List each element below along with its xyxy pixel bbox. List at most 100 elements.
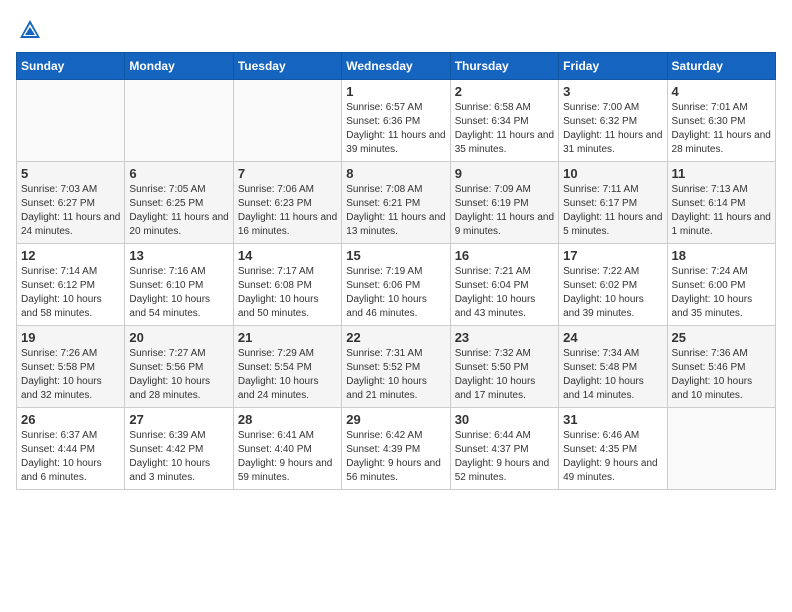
calendar-cell: 19 Sunrise: 7:26 AM Sunset: 5:58 PM Dayli… bbox=[17, 326, 125, 408]
day-number: 4 bbox=[672, 84, 771, 99]
day-info: Sunrise: 7:31 AM Sunset: 5:52 PM Dayligh… bbox=[346, 347, 445, 403]
day-info: Sunrise: 7:05 AM Sunset: 6:25 PM Dayligh… bbox=[129, 183, 228, 239]
day-number: 14 bbox=[238, 248, 337, 263]
calendar-cell: 18 Sunrise: 7:24 AM Sunset: 6:00 PM Dayli… bbox=[667, 244, 775, 326]
day-number: 26 bbox=[21, 412, 120, 427]
day-info: Sunrise: 7:11 AM Sunset: 6:17 PM Dayligh… bbox=[563, 183, 662, 239]
calendar-cell: 24Sunrise: 7:34 AM Sunset: 5:48 PM Dayli… bbox=[559, 326, 667, 408]
day-number: 15 bbox=[346, 248, 445, 263]
day-info: Sunrise: 6:39 AM Sunset: 4:42 PM Dayligh… bbox=[129, 429, 228, 485]
day-info: Sunrise: 7:36 AM Sunset: 5:46 PM Dayligh… bbox=[672, 347, 771, 403]
logo-icon bbox=[16, 16, 44, 44]
dow-header-tuesday: Tuesday bbox=[233, 53, 341, 80]
day-number: 6 bbox=[129, 166, 228, 181]
day-info: Sunrise: 6:37 AM Sunset: 4:44 PM Dayligh… bbox=[21, 429, 120, 485]
day-number: 28 bbox=[238, 412, 337, 427]
calendar-cell: 9Sunrise: 7:09 AM Sunset: 6:19 PM Daylig… bbox=[450, 162, 558, 244]
calendar-cell: 25 Sunrise: 7:36 AM Sunset: 5:46 PM Dayli… bbox=[667, 326, 775, 408]
calendar-cell: 27 Sunrise: 6:39 AM Sunset: 4:42 PM Dayli… bbox=[125, 408, 233, 490]
day-number: 5 bbox=[21, 166, 120, 181]
day-info: Sunrise: 7:19 AM Sunset: 6:06 PM Dayligh… bbox=[346, 265, 445, 321]
calendar-cell: 30 Sunrise: 6:44 AM Sunset: 4:37 PM Dayli… bbox=[450, 408, 558, 490]
day-number: 1 bbox=[346, 84, 445, 99]
week-row-2: 12 Sunrise: 7:14 AM Sunset: 6:12 PM Dayli… bbox=[17, 244, 776, 326]
calendar-cell: 1 Sunrise: 6:57 AM Sunset: 6:36 PM Daylig… bbox=[342, 80, 450, 162]
day-number: 22 bbox=[346, 330, 445, 345]
dow-header-friday: Friday bbox=[559, 53, 667, 80]
day-number: 24 bbox=[563, 330, 662, 345]
day-number: 3 bbox=[563, 84, 662, 99]
dow-header-monday: Monday bbox=[125, 53, 233, 80]
calendar-cell: 17 Sunrise: 7:22 AM Sunset: 6:02 PM Dayli… bbox=[559, 244, 667, 326]
day-info: Sunrise: 7:26 AM Sunset: 5:58 PM Dayligh… bbox=[21, 347, 120, 403]
week-row-1: 5 Sunrise: 7:03 AM Sunset: 6:27 PM Daylig… bbox=[17, 162, 776, 244]
day-number: 12 bbox=[21, 248, 120, 263]
day-number: 8 bbox=[346, 166, 445, 181]
calendar-cell: 6 Sunrise: 7:05 AM Sunset: 6:25 PM Daylig… bbox=[125, 162, 233, 244]
dow-header-sunday: Sunday bbox=[17, 53, 125, 80]
day-number: 13 bbox=[129, 248, 228, 263]
day-number: 27 bbox=[129, 412, 228, 427]
calendar-cell: 13 Sunrise: 7:16 AM Sunset: 6:10 PM Dayli… bbox=[125, 244, 233, 326]
calendar-cell bbox=[233, 80, 341, 162]
week-row-3: 19 Sunrise: 7:26 AM Sunset: 5:58 PM Dayli… bbox=[17, 326, 776, 408]
day-info: Sunrise: 7:06 AM Sunset: 6:23 PM Dayligh… bbox=[238, 183, 337, 239]
day-number: 7 bbox=[238, 166, 337, 181]
day-info: Sunrise: 6:57 AM Sunset: 6:36 PM Dayligh… bbox=[346, 101, 445, 157]
day-info: Sunrise: 7:22 AM Sunset: 6:02 PM Dayligh… bbox=[563, 265, 662, 321]
day-number: 18 bbox=[672, 248, 771, 263]
calendar-body: 1 Sunrise: 6:57 AM Sunset: 6:36 PM Daylig… bbox=[17, 80, 776, 490]
day-number: 21 bbox=[238, 330, 337, 345]
day-number: 19 bbox=[21, 330, 120, 345]
day-info: Sunrise: 7:00 AM Sunset: 6:32 PM Dayligh… bbox=[563, 101, 662, 157]
day-number: 20 bbox=[129, 330, 228, 345]
calendar-cell: 16Sunrise: 7:21 AM Sunset: 6:04 PM Dayli… bbox=[450, 244, 558, 326]
calendar-cell: 12 Sunrise: 7:14 AM Sunset: 6:12 PM Dayli… bbox=[17, 244, 125, 326]
calendar-cell: 14Sunrise: 7:17 AM Sunset: 6:08 PM Dayli… bbox=[233, 244, 341, 326]
day-number: 31 bbox=[563, 412, 662, 427]
calendar-table: SundayMondayTuesdayWednesdayThursdayFrid… bbox=[16, 52, 776, 490]
day-info: Sunrise: 6:58 AM Sunset: 6:34 PM Dayligh… bbox=[455, 101, 554, 157]
day-info: Sunrise: 6:44 AM Sunset: 4:37 PM Dayligh… bbox=[455, 429, 554, 485]
calendar-cell: 11 Sunrise: 7:13 AM Sunset: 6:14 PM Dayli… bbox=[667, 162, 775, 244]
day-info: Sunrise: 6:46 AM Sunset: 4:35 PM Dayligh… bbox=[563, 429, 662, 485]
day-info: Sunrise: 6:42 AM Sunset: 4:39 PM Dayligh… bbox=[346, 429, 445, 485]
day-number: 17 bbox=[563, 248, 662, 263]
dow-header-saturday: Saturday bbox=[667, 53, 775, 80]
page-header bbox=[16, 16, 776, 44]
calendar-cell bbox=[667, 408, 775, 490]
dow-header-wednesday: Wednesday bbox=[342, 53, 450, 80]
day-number: 16 bbox=[455, 248, 554, 263]
calendar-cell: 28Sunrise: 6:41 AM Sunset: 4:40 PM Dayli… bbox=[233, 408, 341, 490]
day-info: Sunrise: 7:14 AM Sunset: 6:12 PM Dayligh… bbox=[21, 265, 120, 321]
calendar-cell: 26 Sunrise: 6:37 AM Sunset: 4:44 PM Dayli… bbox=[17, 408, 125, 490]
calendar-cell: 3 Sunrise: 7:00 AM Sunset: 6:32 PM Daylig… bbox=[559, 80, 667, 162]
day-number: 2 bbox=[455, 84, 554, 99]
calendar-cell bbox=[17, 80, 125, 162]
day-info: Sunrise: 7:24 AM Sunset: 6:00 PM Dayligh… bbox=[672, 265, 771, 321]
day-info: Sunrise: 7:01 AM Sunset: 6:30 PM Dayligh… bbox=[672, 101, 771, 157]
day-info: Sunrise: 7:09 AM Sunset: 6:19 PM Dayligh… bbox=[455, 183, 554, 239]
calendar-cell: 15 Sunrise: 7:19 AM Sunset: 6:06 PM Dayli… bbox=[342, 244, 450, 326]
calendar-cell: 7 Sunrise: 7:06 AM Sunset: 6:23 PM Daylig… bbox=[233, 162, 341, 244]
day-number: 11 bbox=[672, 166, 771, 181]
day-info: Sunrise: 7:03 AM Sunset: 6:27 PM Dayligh… bbox=[21, 183, 120, 239]
logo bbox=[16, 16, 48, 44]
dow-header-thursday: Thursday bbox=[450, 53, 558, 80]
calendar-cell: 31 Sunrise: 6:46 AM Sunset: 4:35 PM Dayli… bbox=[559, 408, 667, 490]
day-info: Sunrise: 7:13 AM Sunset: 6:14 PM Dayligh… bbox=[672, 183, 771, 239]
week-row-4: 26 Sunrise: 6:37 AM Sunset: 4:44 PM Dayli… bbox=[17, 408, 776, 490]
day-number: 25 bbox=[672, 330, 771, 345]
day-info: Sunrise: 7:16 AM Sunset: 6:10 PM Dayligh… bbox=[129, 265, 228, 321]
calendar-cell: 10Sunrise: 7:11 AM Sunset: 6:17 PM Dayli… bbox=[559, 162, 667, 244]
days-of-week-row: SundayMondayTuesdayWednesdayThursdayFrid… bbox=[17, 53, 776, 80]
day-number: 30 bbox=[455, 412, 554, 427]
calendar-cell: 29 Sunrise: 6:42 AM Sunset: 4:39 PM Dayli… bbox=[342, 408, 450, 490]
calendar-cell: 20Sunrise: 7:27 AM Sunset: 5:56 PM Dayli… bbox=[125, 326, 233, 408]
day-info: Sunrise: 7:08 AM Sunset: 6:21 PM Dayligh… bbox=[346, 183, 445, 239]
day-number: 29 bbox=[346, 412, 445, 427]
day-info: Sunrise: 7:29 AM Sunset: 5:54 PM Dayligh… bbox=[238, 347, 337, 403]
calendar-cell: 8 Sunrise: 7:08 AM Sunset: 6:21 PM Daylig… bbox=[342, 162, 450, 244]
day-info: Sunrise: 7:32 AM Sunset: 5:50 PM Dayligh… bbox=[455, 347, 554, 403]
calendar-cell bbox=[125, 80, 233, 162]
